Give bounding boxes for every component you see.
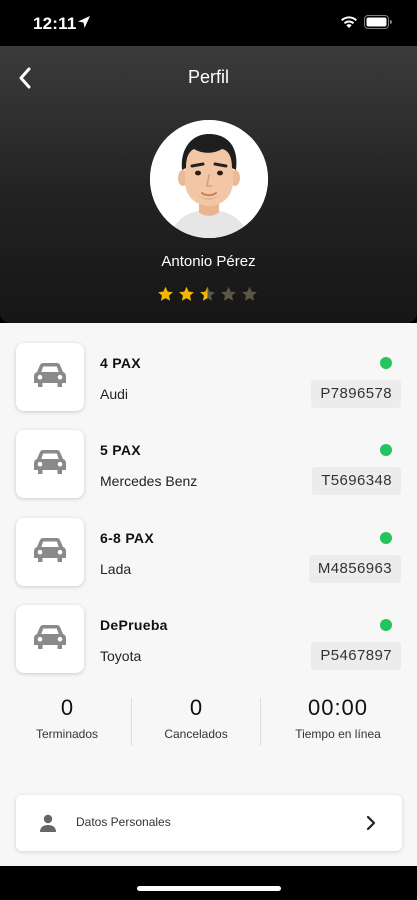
user-name: Antonio Pérez <box>161 253 256 270</box>
vehicle-icon-box <box>16 605 84 673</box>
avatar-illustration-icon <box>150 120 268 238</box>
vehicle-brand: Audi <box>100 386 129 402</box>
chevron-right-icon <box>366 815 376 831</box>
vehicle-brand: Mercedes Benz <box>100 473 198 489</box>
page-title: Perfil <box>187 67 229 87</box>
stat-finished-value: 0 <box>60 695 74 720</box>
stat-finished-label: Terminados <box>35 727 99 741</box>
vehicle-pax: 5 PAX <box>100 442 141 458</box>
vehicle-row[interactable]: 4 PAX Audi P7896578 <box>16 343 402 413</box>
vehicle-pax: DePrueba <box>100 617 168 633</box>
rating-stars <box>157 286 258 304</box>
star-icon <box>179 286 194 301</box>
vehicle-plate: T5696348 <box>312 467 401 495</box>
person-icon <box>40 814 56 832</box>
battery-icon <box>364 15 392 29</box>
vehicle-row[interactable]: 5 PAX Mercedes Benz T5696348 <box>16 430 402 500</box>
vehicle-pax: 4 PAX <box>100 355 141 371</box>
star-icon <box>200 286 215 301</box>
star-icon <box>242 286 257 301</box>
vehicle-active-dot <box>380 532 392 544</box>
stats-row: 0 Terminados 0 Cancelados 00:00 Tiempo e… <box>0 693 417 753</box>
personal-data-button[interactable]: Datos Personales <box>16 795 402 851</box>
stat-cancelled: 0 Cancelados <box>131 693 261 741</box>
stat-online-time: 00:00 Tiempo en línea <box>273 693 403 741</box>
vehicle-icon-box <box>16 430 84 498</box>
vehicle-icon-box <box>16 343 84 411</box>
home-indicator[interactable] <box>137 886 281 891</box>
stat-online-time-value: 00:00 <box>307 695 369 720</box>
vehicle-active-dot <box>380 357 392 369</box>
personal-data-label: Datos Personales <box>76 815 171 829</box>
stat-finished: 0 Terminados <box>2 693 132 741</box>
car-icon <box>33 362 67 393</box>
home-bar <box>0 866 417 900</box>
vehicle-row[interactable]: 6-8 PAX Lada M4856963 <box>16 518 402 588</box>
vehicle-plate: M4856963 <box>308 555 401 583</box>
star-icon <box>158 286 173 301</box>
car-icon <box>33 537 67 568</box>
vehicle-pax: 6-8 PAX <box>100 530 154 546</box>
status-time: 12:11 <box>33 14 77 33</box>
stat-divider <box>260 698 261 746</box>
car-icon <box>33 449 67 480</box>
profile-header: Perfil Antonio Pérez <box>0 46 417 323</box>
vehicle-active-dot <box>380 444 392 456</box>
vehicle-brand: Lada <box>100 561 132 577</box>
vehicle-active-dot <box>380 619 392 631</box>
vehicle-plate: P5467897 <box>311 642 401 670</box>
vehicle-brand: Toyota <box>100 648 142 664</box>
stat-cancelled-label: Cancelados <box>164 727 228 741</box>
stat-online-time-label: Tiempo en línea <box>295 727 381 741</box>
vehicle-icon-box <box>16 518 84 586</box>
stat-cancelled-value: 0 <box>189 695 203 720</box>
profile-content: 4 PAX Audi P7896578 5 PAX Mercedes Benz T5696… <box>0 323 417 866</box>
vehicle-row[interactable]: DePrueba Toyota P5467897 <box>16 605 402 675</box>
vehicle-plate: P7896578 <box>311 380 401 408</box>
wifi-icon <box>341 16 357 28</box>
location-arrow-icon <box>78 16 90 28</box>
car-icon <box>33 624 67 655</box>
star-icon <box>221 286 236 301</box>
status-bar: 12:11 <box>0 0 417 46</box>
avatar <box>150 120 268 238</box>
